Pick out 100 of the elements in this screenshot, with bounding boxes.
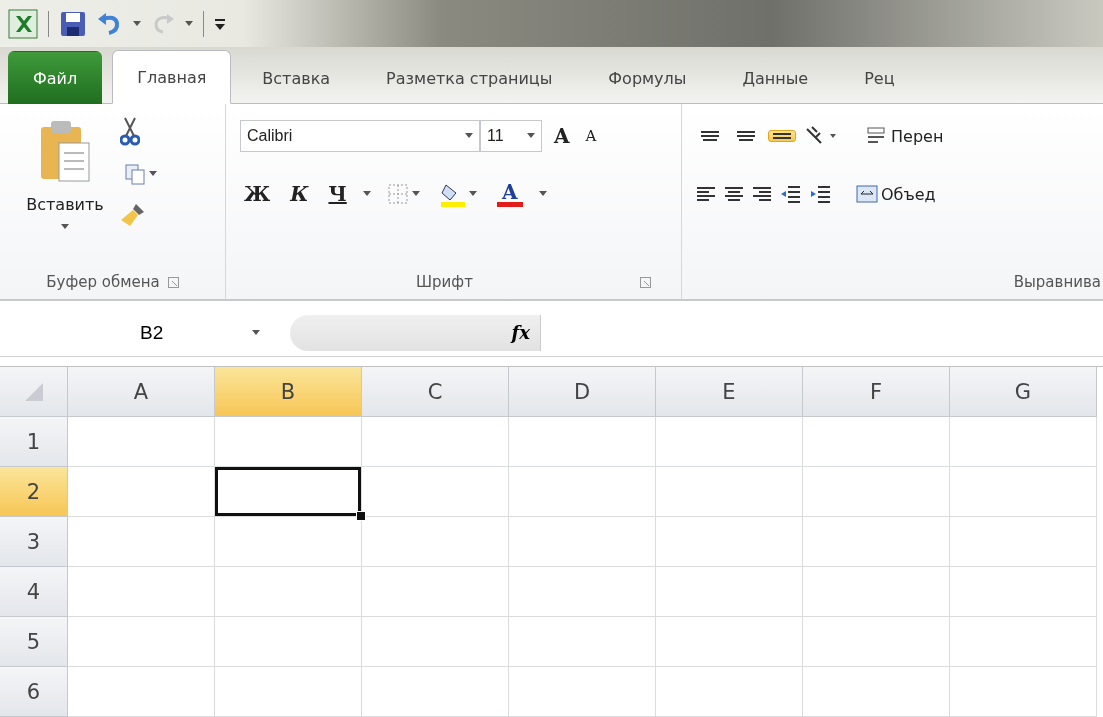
table-cell[interactable]: [215, 667, 362, 717]
row-header[interactable]: 4: [0, 567, 68, 617]
table-cell[interactable]: [803, 417, 950, 467]
dialog-launcher-icon[interactable]: [640, 276, 651, 288]
font-color-button[interactable]: A: [492, 178, 527, 210]
row-header[interactable]: 3: [0, 517, 68, 567]
table-cell[interactable]: [803, 567, 950, 617]
underline-button[interactable]: Ч: [324, 179, 351, 210]
table-cell[interactable]: [68, 667, 215, 717]
table-cell[interactable]: [215, 617, 362, 667]
scissors-icon[interactable]: [120, 116, 140, 147]
brush-icon[interactable]: [120, 202, 146, 229]
caret-icon: [149, 171, 157, 178]
name-box[interactable]: B2: [0, 321, 290, 344]
table-cell[interactable]: [68, 467, 215, 517]
table-cell[interactable]: [656, 567, 803, 617]
table-cell[interactable]: [509, 417, 656, 467]
table-cell[interactable]: [509, 517, 656, 567]
align-center-icon: [724, 187, 744, 202]
bold-button[interactable]: Ж: [240, 179, 275, 210]
fill-handle[interactable]: [356, 511, 366, 521]
align-lines-icon: [736, 131, 756, 142]
ribbon-tab[interactable]: Разметка страницы: [361, 51, 578, 105]
table-cell[interactable]: [803, 617, 950, 667]
table-cell[interactable]: [950, 517, 1097, 567]
font-size-field[interactable]: 11: [480, 120, 542, 153]
caret-icon: [362, 191, 371, 198]
vertical-align-button[interactable]: [768, 130, 796, 143]
table-cell[interactable]: [950, 467, 1097, 517]
customize-menu-icon[interactable]: [214, 16, 226, 31]
table-cell[interactable]: [950, 667, 1097, 717]
table-cell[interactable]: [362, 567, 509, 617]
table-cell[interactable]: [68, 517, 215, 567]
table-cell[interactable]: [362, 517, 509, 567]
table-cell[interactable]: [68, 567, 215, 617]
ribbon-tab[interactable]: Данные: [717, 51, 834, 105]
function-button[interactable]: fx: [511, 322, 530, 343]
column-header[interactable]: F: [803, 367, 950, 417]
select-all-corner[interactable]: [0, 367, 68, 417]
table-cell[interactable]: [68, 417, 215, 467]
table-cell[interactable]: [509, 467, 656, 517]
caret-icon: [538, 191, 547, 198]
dialog-launcher-icon[interactable]: [167, 276, 179, 288]
table-cell[interactable]: [215, 567, 362, 617]
table-cell[interactable]: [803, 467, 950, 517]
row-header[interactable]: 5: [0, 617, 68, 667]
caret-icon: [252, 329, 260, 336]
table-cell[interactable]: [803, 517, 950, 567]
row-header[interactable]: 1: [0, 417, 68, 467]
table-cell[interactable]: [362, 617, 509, 667]
column-header[interactable]: C: [362, 367, 509, 417]
table-cell[interactable]: [803, 667, 950, 717]
ribbon-tab[interactable]: Главная: [112, 50, 232, 105]
column-header[interactable]: D: [509, 367, 656, 417]
grow-font-button[interactable]: A: [550, 121, 574, 152]
row-header[interactable]: 6: [0, 667, 68, 717]
align-right-icon: [752, 187, 772, 202]
caret-icon: [185, 20, 193, 27]
align-left-icon: [696, 187, 716, 202]
ribbon-tab[interactable]: Рец: [839, 51, 920, 105]
column-header[interactable]: B: [215, 367, 362, 417]
table-cell[interactable]: [656, 467, 803, 517]
column-header[interactable]: A: [68, 367, 215, 417]
align-lines-icon: [772, 133, 792, 140]
table-cell[interactable]: [215, 417, 362, 467]
ribbon-tab[interactable]: Вставка: [237, 51, 356, 105]
spreadsheet-logo-icon: [8, 8, 38, 39]
table-cell[interactable]: [656, 517, 803, 567]
table-cell[interactable]: [509, 667, 656, 717]
group-label: Выравнива: [1013, 273, 1101, 291]
copy-icon: [124, 163, 146, 186]
file-tab[interactable]: Файл: [8, 51, 103, 105]
table-cell[interactable]: [509, 567, 656, 617]
italic-button[interactable]: К: [286, 179, 313, 210]
increase-indent-icon[interactable]: [810, 183, 832, 206]
decrease-indent-icon[interactable]: [780, 183, 802, 206]
table-cell[interactable]: [656, 617, 803, 667]
wrap-text-button[interactable]: Перен: [862, 122, 948, 151]
merge-cells-icon: [856, 183, 878, 206]
table-cell[interactable]: [68, 617, 215, 667]
merge-button[interactable]: Объед: [852, 180, 940, 209]
column-header[interactable]: E: [656, 367, 803, 417]
font-name-field[interactable]: Calibri: [240, 120, 480, 153]
table-cell[interactable]: [950, 617, 1097, 667]
table-cell[interactable]: [950, 567, 1097, 617]
table-cell[interactable]: [950, 417, 1097, 467]
table-cell[interactable]: [656, 667, 803, 717]
table-cell[interactable]: [362, 417, 509, 467]
row-header[interactable]: 2: [0, 467, 68, 517]
group-label: Буфер обмена: [46, 273, 160, 291]
caret-icon: [61, 224, 69, 231]
paste-button[interactable]: Вставить: [22, 116, 108, 234]
save-icon[interactable]: [59, 9, 87, 38]
ribbon-tab[interactable]: Формулы: [583, 51, 712, 105]
table-cell[interactable]: [362, 667, 509, 717]
align-lines-icon: [700, 131, 720, 142]
column-header[interactable]: G: [950, 367, 1097, 417]
table-cell[interactable]: [509, 617, 656, 667]
table-cell[interactable]: [656, 417, 803, 467]
shrink-font-button[interactable]: A: [581, 124, 601, 149]
